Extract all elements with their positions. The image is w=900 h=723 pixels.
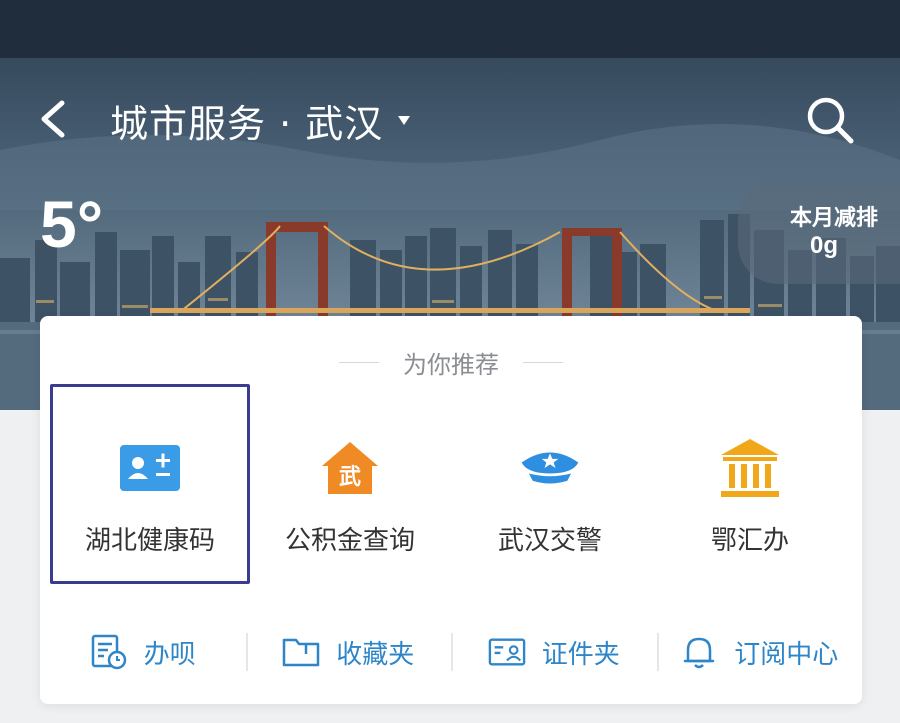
recommend-header: 为你推荐 — [40, 344, 862, 380]
shortcut-label: 证件夹 — [541, 639, 620, 670]
divider — [523, 361, 563, 363]
service-label: 鄂汇办 — [710, 526, 789, 556]
bottom-shortcuts: 办呗 收藏夹 证件夹 订阅中心 — [40, 616, 862, 688]
folder-icon — [282, 633, 320, 671]
back-button[interactable] — [28, 94, 78, 144]
id-card-icon — [118, 436, 182, 500]
document-clock-icon — [90, 633, 128, 671]
service-housing-fund[interactable]: 武 公积金查询 — [250, 384, 450, 584]
recommend-card: 为你推荐 湖北健康码 武 公积金查询 武汉交警 鄂汇办 办呗 收藏夹 证件夹 订… — [40, 316, 862, 704]
service-label: 湖北健康码 — [84, 526, 215, 556]
temperature: 5° — [40, 187, 104, 261]
bell-icon — [680, 633, 718, 671]
service-ehuiban[interactable]: 鄂汇办 — [650, 384, 850, 584]
emission-value: 0g — [809, 232, 838, 259]
service-grid: 湖北健康码 武 公积金查询 武汉交警 鄂汇办 — [50, 384, 850, 584]
recommend-title: 为你推荐 — [403, 350, 499, 379]
house-icon: 武 — [318, 436, 382, 500]
police-cap-icon — [518, 436, 582, 500]
emission-badge[interactable]: 本月减排 0g — [738, 180, 900, 284]
shortcut-label: 订阅中心 — [734, 639, 839, 670]
caret-down-icon — [398, 116, 411, 125]
shortcut-favorites[interactable]: 收藏夹 — [245, 631, 452, 673]
shortcut-documents[interactable]: 证件夹 — [451, 631, 657, 673]
service-health-code[interactable]: 湖北健康码 — [50, 384, 250, 584]
navigation-bar: 城市服务 · 武汉 — [0, 80, 900, 160]
search-icon — [807, 97, 854, 144]
city-selector[interactable]: 城市服务 · 武汉 — [110, 92, 411, 148]
shortcut-banbei[interactable]: 办呗 — [40, 631, 246, 673]
page-title: 城市服务 · 武汉 — [110, 101, 384, 146]
chevron-left-icon — [41, 100, 65, 138]
service-traffic-police[interactable]: 武汉交警 — [450, 384, 650, 584]
shortcut-label: 办呗 — [143, 639, 196, 670]
shortcut-subscriptions[interactable]: 订阅中心 — [656, 631, 863, 673]
service-label: 武汉交警 — [497, 526, 602, 556]
svg-text:武: 武 — [339, 465, 361, 490]
id-card-icon — [488, 633, 526, 671]
divider — [339, 361, 379, 363]
government-building-icon — [718, 436, 782, 500]
service-label: 公积金查询 — [284, 526, 415, 556]
emission-label: 本月减排 — [789, 206, 878, 231]
search-button[interactable] — [800, 92, 860, 148]
shortcut-label: 收藏夹 — [336, 639, 415, 670]
